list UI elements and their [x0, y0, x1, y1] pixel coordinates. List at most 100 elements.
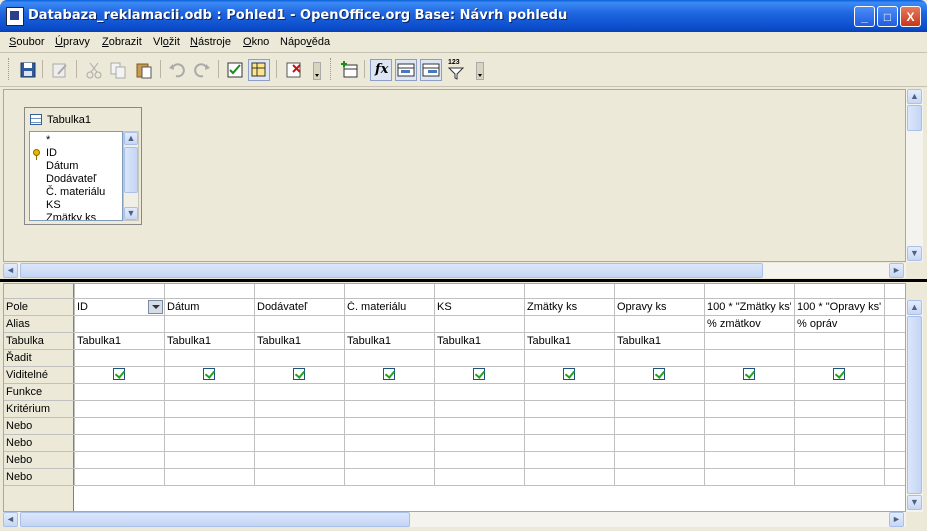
menu-nastroje[interactable]: Nástroje [190, 36, 231, 48]
table-window[interactable]: Tabulka1 * ID Dátum Dodávateľ Č. materiá… [24, 107, 142, 225]
grid-table-cell[interactable]: Tabulka1 [527, 335, 611, 347]
field-item[interactable]: * [46, 134, 50, 146]
scroll-left-button[interactable]: ◄ [3, 512, 18, 527]
grid-field-cell[interactable]: 100 * "Zmätky ks" [707, 301, 791, 313]
scroll-up-button[interactable]: ▲ [907, 300, 922, 315]
toolbar-overflow-button[interactable] [476, 62, 484, 80]
visible-checkbox[interactable] [833, 368, 845, 380]
grid-row-header[interactable]: Nebo [6, 437, 32, 449]
field-item[interactable]: Č. materiálu [46, 186, 105, 198]
visible-checkbox[interactable] [293, 368, 305, 380]
visible-checkbox[interactable] [383, 368, 395, 380]
menu-upravy[interactable]: Úpravy [55, 36, 90, 48]
menu-separator [0, 52, 927, 53]
scroll-thumb[interactable] [907, 316, 922, 494]
scroll-thumb[interactable] [20, 263, 763, 278]
cut-icon[interactable] [83, 59, 105, 81]
menu-soubor[interactable]: Soubor [9, 36, 44, 48]
grid-horizontal-scrollbar[interactable]: ◄ ► [3, 512, 906, 527]
grid-row-header[interactable]: Nebo [6, 420, 32, 432]
grid-row-header[interactable]: Pole [6, 301, 28, 313]
menu-vlozit[interactable]: Vložit [153, 36, 180, 48]
minimize-button[interactable]: _ [854, 6, 875, 27]
toolbar-overflow-button[interactable] [313, 62, 321, 80]
grid-alias-cell[interactable]: % opráv [797, 318, 881, 330]
scroll-up-button[interactable]: ▲ [907, 89, 922, 104]
visible-checkbox[interactable] [473, 368, 485, 380]
toolbar-grip[interactable] [8, 58, 12, 80]
add-tables-icon[interactable] [338, 59, 360, 81]
field-list[interactable]: * ID Dátum Dodávateľ Č. materiálu KS Zmä… [29, 131, 123, 221]
grid-row-header[interactable]: Nebo [6, 471, 32, 483]
grid-row-header[interactable]: Řadit [6, 352, 32, 364]
design-view-icon[interactable] [224, 59, 246, 81]
grid-field-cell[interactable]: Č. materiálu [347, 301, 431, 313]
functions-icon[interactable]: fx [370, 59, 392, 81]
visible-checkbox[interactable] [743, 368, 755, 380]
grid-row-header[interactable]: Viditelné [6, 369, 48, 381]
grid-field-cell[interactable]: Zmätky ks [527, 301, 611, 313]
visible-checkbox[interactable] [653, 368, 665, 380]
field-dropdown-button[interactable] [148, 300, 163, 314]
visible-checkbox[interactable] [203, 368, 215, 380]
add-table-icon[interactable] [248, 59, 270, 81]
grid-field-cell[interactable]: Dodávateľ [257, 301, 341, 313]
maximize-button[interactable]: □ [877, 6, 898, 27]
field-list-scrollbar[interactable]: ▲ ▼ [123, 131, 139, 221]
grid-field-cell[interactable]: Opravy ks [617, 301, 701, 313]
copy-icon[interactable] [107, 59, 129, 81]
field-item[interactable]: Zmätky ks [46, 212, 96, 220]
field-item[interactable]: KS [46, 199, 61, 211]
scroll-down-button[interactable]: ▼ [124, 207, 138, 220]
grid-alias-cell[interactable]: % zmätkov [707, 318, 791, 330]
scroll-thumb[interactable] [20, 512, 410, 527]
scroll-right-button[interactable]: ► [889, 512, 904, 527]
grid-row-header[interactable]: Kritérium [6, 403, 50, 415]
scroll-left-button[interactable]: ◄ [3, 263, 18, 278]
menu-napoveda[interactable]: Nápověda [280, 36, 330, 48]
toolbar-grip[interactable] [330, 58, 334, 80]
grid-vertical-scrollbar[interactable]: ▲ ▼ [906, 300, 923, 512]
grid-field-cell[interactable]: 100 * "Opravy ks" [797, 301, 881, 313]
alias-icon[interactable] [420, 59, 442, 81]
grid-table-cell[interactable]: Tabulka1 [437, 335, 521, 347]
grid-table-cell[interactable]: Tabulka1 [617, 335, 701, 347]
visible-checkbox[interactable] [113, 368, 125, 380]
grid-table-cell[interactable]: Tabulka1 [167, 335, 251, 347]
grid-table-cell[interactable]: Tabulka1 [257, 335, 341, 347]
field-item[interactable]: ID [46, 147, 57, 159]
grid-field-cell[interactable]: Dátum [167, 301, 251, 313]
grid-table-cell[interactable]: Tabulka1 [347, 335, 431, 347]
upper-horizontal-scrollbar[interactable]: ◄ ► [3, 263, 906, 278]
upper-vertical-scrollbar[interactable]: ▲ ▼ [906, 89, 923, 262]
close-button[interactable]: X [900, 6, 921, 27]
grid-row-header[interactable]: Nebo [6, 454, 32, 466]
redo-icon[interactable] [191, 59, 213, 81]
query-grid[interactable]: ID Tabulka1 Dátum Tabulka1 Dodávateľ Tabulka1… [3, 283, 906, 512]
grid-row-header[interactable]: Tabulka [6, 335, 44, 347]
menu-okno[interactable]: Okno [243, 36, 269, 48]
paste-icon[interactable] [133, 59, 155, 81]
grid-field-cell[interactable]: KS [437, 301, 521, 313]
grid-table-cell[interactable]: Tabulka1 [77, 335, 161, 347]
scroll-thumb[interactable] [907, 105, 922, 131]
delete-icon[interactable] [283, 59, 305, 81]
undo-icon[interactable] [166, 59, 188, 81]
scroll-right-button[interactable]: ► [889, 263, 904, 278]
app-icon[interactable] [6, 7, 24, 26]
scroll-up-button[interactable]: ▲ [124, 132, 138, 145]
scroll-down-button[interactable]: ▼ [907, 246, 922, 261]
menu-zobrazit[interactable]: Zobrazit [102, 36, 142, 48]
scroll-down-button[interactable]: ▼ [907, 495, 922, 510]
table-name-icon[interactable] [395, 59, 417, 81]
distinct-values-icon[interactable]: 123 [445, 59, 467, 81]
grid-row-header[interactable]: Funkce [6, 386, 42, 398]
visible-checkbox[interactable] [563, 368, 575, 380]
save-icon[interactable] [17, 59, 39, 81]
field-item[interactable]: Dodávateľ [46, 173, 96, 185]
grid-row-header[interactable]: Alias [6, 318, 30, 330]
pane-splitter[interactable] [0, 279, 927, 282]
scroll-thumb[interactable] [124, 147, 138, 193]
edit-icon[interactable] [49, 59, 71, 81]
field-item[interactable]: Dátum [46, 160, 78, 172]
